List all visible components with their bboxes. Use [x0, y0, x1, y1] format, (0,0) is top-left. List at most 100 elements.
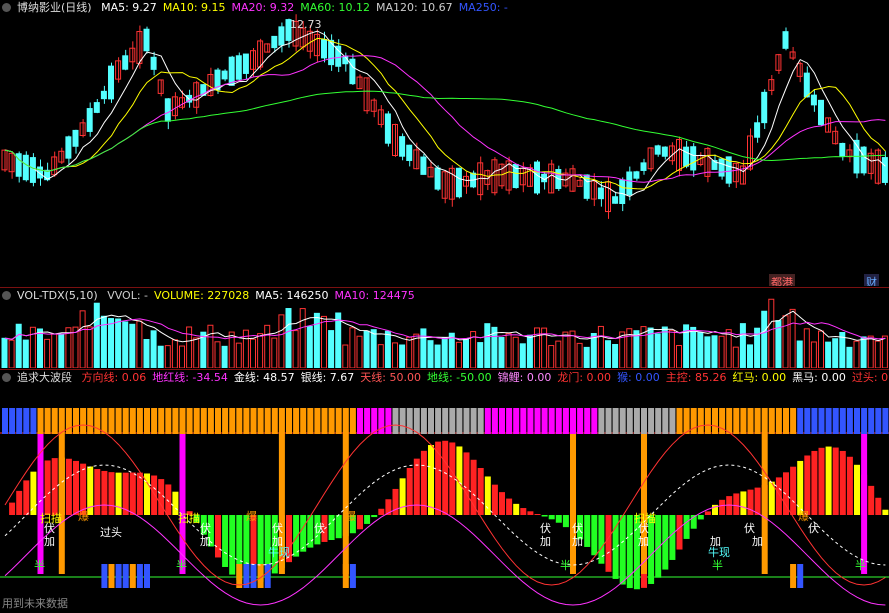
histogram-bar	[364, 515, 371, 524]
histogram-bar	[413, 458, 420, 515]
signal-block	[215, 408, 221, 434]
indicator-value-4: 天线: 50.00	[360, 371, 421, 384]
indicator-title: 追求大波段	[17, 371, 72, 384]
signal-block	[172, 408, 179, 434]
signal-block	[868, 408, 875, 434]
signal-block	[768, 408, 775, 434]
histogram-bar	[747, 489, 754, 515]
candlestick-chart[interactable]	[0, 0, 889, 286]
volume-bar	[72, 326, 79, 368]
histogram-bar	[229, 515, 236, 575]
signal-block	[733, 408, 740, 434]
panel-toggle-icon[interactable]	[2, 373, 11, 382]
ma-value-0: MA5: 9.27	[101, 1, 157, 14]
signal-block	[420, 408, 427, 434]
volume-bar	[79, 310, 86, 368]
volume-bar	[321, 315, 327, 368]
tag-finance[interactable]: 财	[864, 274, 879, 286]
signal-block	[37, 408, 44, 434]
jia-label: 加	[200, 535, 211, 548]
candle-body	[122, 55, 129, 70]
signal-block	[506, 408, 513, 434]
panel-toggle-icon[interactable]	[2, 3, 11, 12]
volume-bar	[867, 335, 874, 368]
panel-toggle-icon[interactable]	[2, 291, 11, 300]
volume-panel[interactable]: VOL-TDX(5,10) VVOL: - VOLUME: 227028 MA5: …	[0, 288, 889, 368]
histogram-bar	[555, 515, 562, 523]
candle-body	[818, 99, 824, 126]
histogram-bar	[733, 493, 740, 515]
signal-block	[477, 408, 484, 434]
candle-body	[65, 136, 72, 159]
signal-block	[818, 408, 825, 434]
volume-bar	[335, 312, 342, 368]
signal-block	[307, 408, 314, 434]
histogram-bar	[371, 515, 378, 518]
histogram-bar	[463, 452, 470, 515]
indicator-value-5: 地线: -50.00	[426, 371, 492, 384]
scan-label: 扫描	[178, 512, 200, 525]
signal-block	[712, 408, 718, 434]
candle-body	[640, 162, 647, 171]
signal-block	[591, 408, 598, 434]
signal-block	[534, 408, 541, 434]
volume-bar	[810, 341, 817, 368]
candle-body	[384, 113, 391, 144]
volume-bar	[58, 333, 65, 368]
histogram-bar	[598, 515, 605, 564]
volume-bar	[526, 334, 533, 368]
candle-body	[235, 55, 242, 80]
candle-body	[100, 90, 107, 100]
histogram-bar	[300, 515, 307, 552]
indicator-panel[interactable]: 追求大波段 方向线: 0.06 地红线: -34.54 金线: 48.57 银线: 7…	[0, 370, 889, 613]
volume-bar	[392, 342, 398, 368]
volume-bar	[93, 302, 100, 368]
signal-block	[151, 408, 158, 434]
ban-label: 半	[712, 559, 723, 572]
signal-block	[797, 408, 804, 434]
price-chart-panel[interactable]: 博纳影业(日线) MA5: 9.27 MA10: 9.15 MA20: 9.32 MA…	[0, 0, 889, 286]
signal-block	[115, 408, 122, 434]
candle-body	[93, 102, 100, 113]
signal-block	[73, 408, 79, 434]
volume-bar	[342, 344, 349, 368]
volume-bar	[583, 346, 590, 368]
volume-bar	[555, 340, 562, 368]
signal-block	[832, 408, 839, 434]
candle-body	[221, 70, 228, 80]
signal-block	[200, 408, 207, 434]
indicator-chart[interactable]	[0, 370, 889, 613]
bottom-block	[115, 564, 122, 588]
indicator-value-0: 方向线: 0.06	[81, 371, 147, 384]
indicator-header: 追求大波段 方向线: 0.06 地红线: -34.54 金线: 48.57 银线: 7…	[0, 370, 889, 386]
signal-block	[428, 408, 434, 434]
signal-block	[257, 408, 264, 434]
signal-block	[775, 408, 782, 434]
price-header: 博纳影业(日线) MA5: 9.27 MA10: 9.15 MA20: 9.32 MA…	[0, 0, 520, 16]
volume-bar	[846, 346, 853, 368]
signal-block	[136, 408, 143, 434]
volume-bar	[1, 337, 8, 368]
volume-bar	[370, 329, 377, 368]
ma-value-2: MA20: 9.32	[231, 1, 295, 14]
signal-block	[122, 408, 129, 434]
histogram-bar	[477, 467, 484, 515]
signal-block	[9, 408, 16, 434]
volume-bar	[22, 339, 29, 368]
candle-body	[143, 28, 150, 52]
histogram-bar	[484, 476, 491, 515]
volume-bar	[690, 326, 697, 368]
signal-block	[633, 408, 640, 434]
signal-block	[577, 408, 584, 434]
volume-bar	[129, 323, 136, 368]
volume-bar	[605, 340, 611, 368]
volume-bar	[51, 333, 58, 368]
histogram-bar	[101, 470, 108, 515]
candle-body	[839, 142, 846, 158]
volume-bar	[548, 345, 555, 368]
high-price-label: 12.73	[290, 18, 322, 31]
signal-block	[108, 408, 115, 434]
histogram-bar	[804, 455, 811, 515]
volume-title: VOL-TDX(5,10)	[17, 289, 98, 302]
tag-hk[interactable]: 都港	[769, 274, 795, 286]
